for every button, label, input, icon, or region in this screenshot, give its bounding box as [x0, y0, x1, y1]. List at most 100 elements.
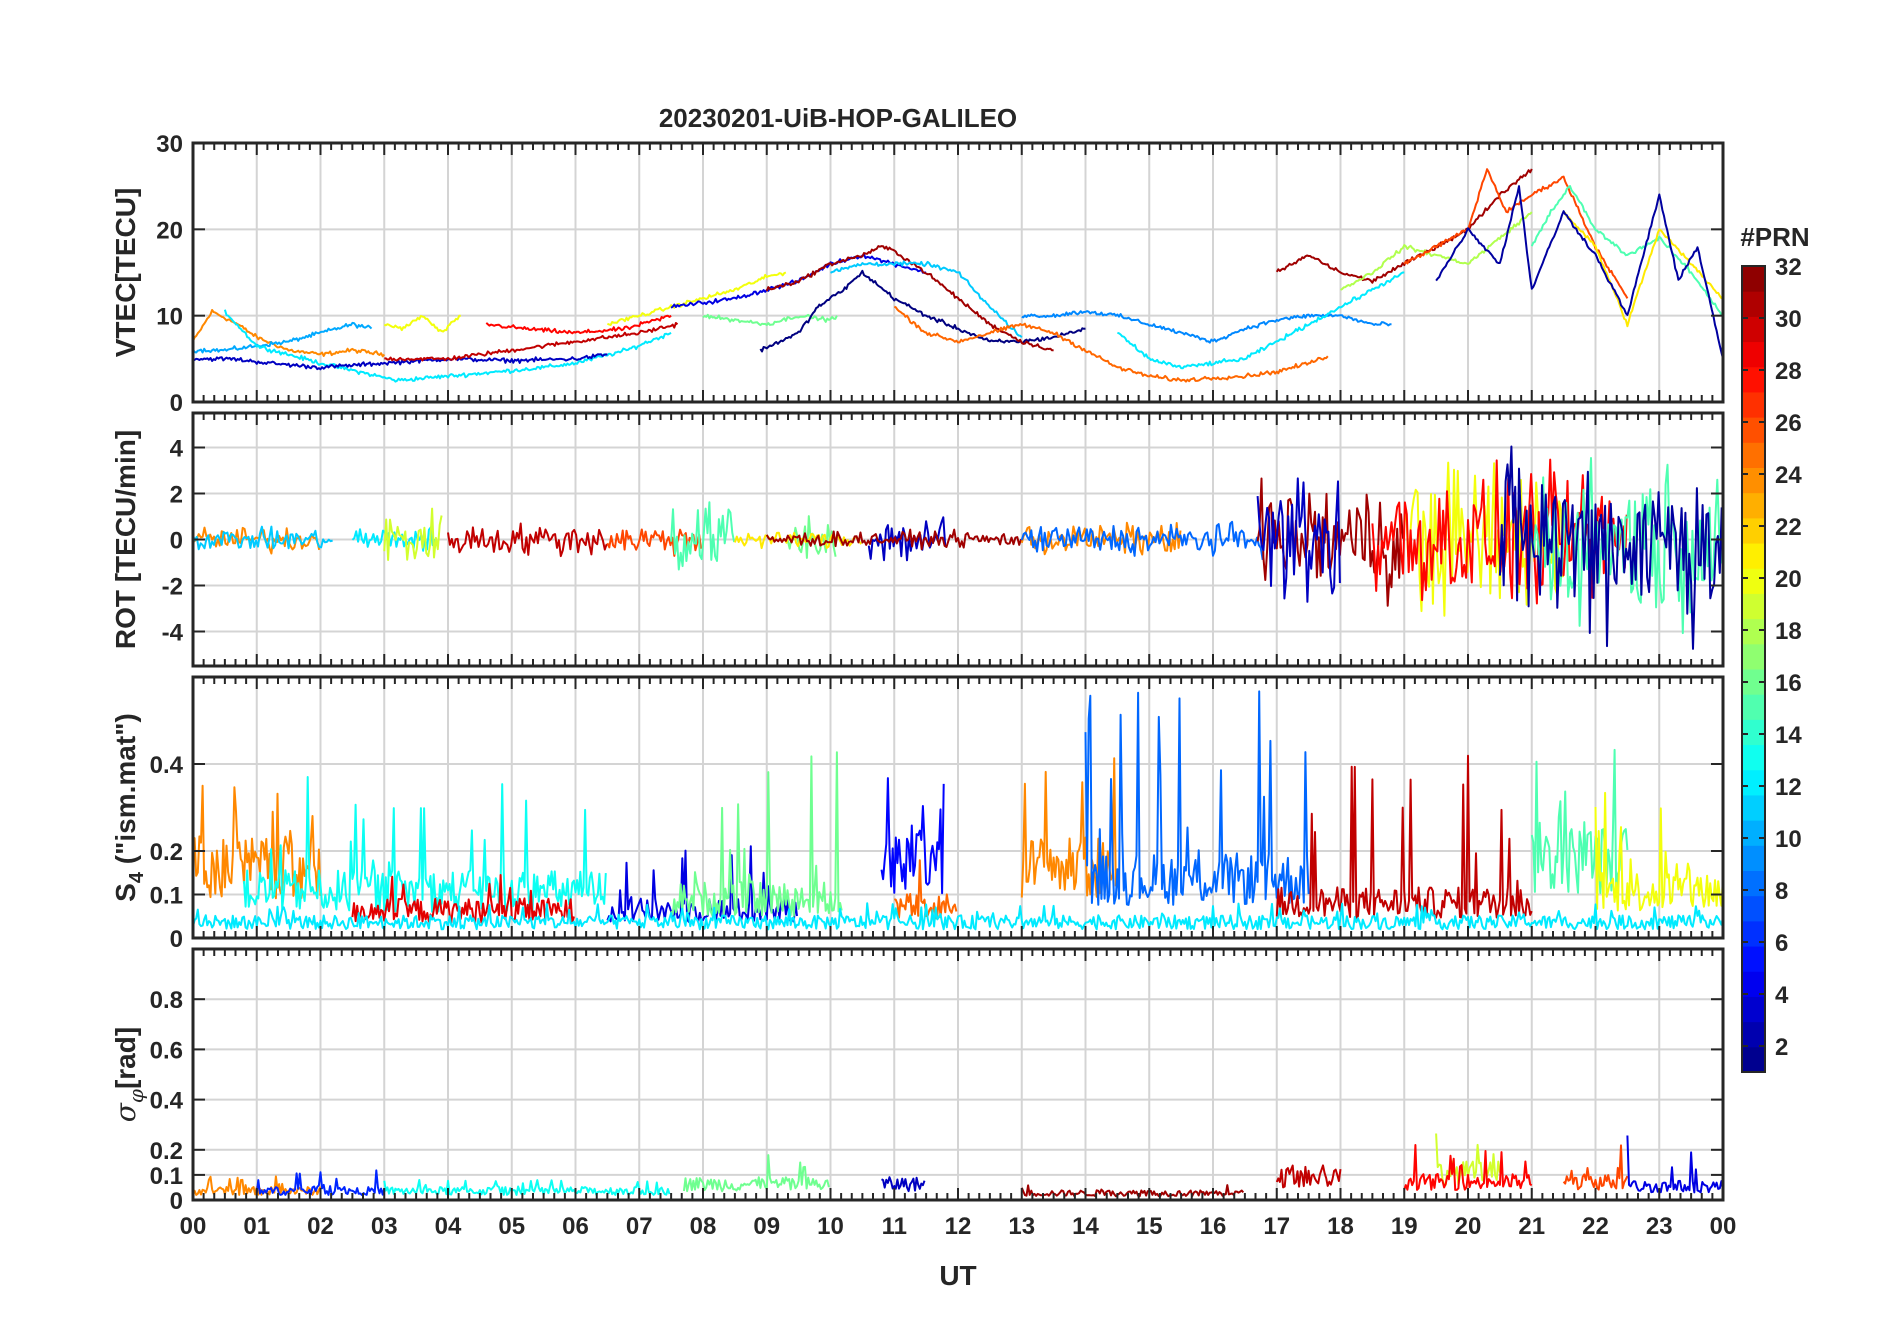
- colorbar-segment: [1742, 568, 1765, 594]
- colorbar-segment: [1742, 266, 1765, 292]
- y-label-part: ("ism.mat"): [110, 713, 141, 872]
- y-tick-label: 0.4: [150, 752, 184, 779]
- y-tick-label: 0: [170, 1188, 183, 1215]
- y-tick-label: 0.6: [150, 1037, 183, 1064]
- y-axis-label: S4 ("ism.mat"): [110, 713, 148, 902]
- colorbar-segment: [1742, 341, 1765, 368]
- colorbar-tick-label: 24: [1775, 462, 1802, 489]
- colorbar-segment: [1742, 1046, 1765, 1073]
- x-tick-label: 16: [1200, 1213, 1227, 1240]
- colorbar-segment: [1742, 820, 1765, 846]
- colorbar-segment: [1742, 291, 1765, 317]
- colorbar-tick-label: 30: [1775, 306, 1802, 333]
- colorbar-segment: [1742, 744, 1765, 771]
- chart-panels: 0102030VTEC[TECU]-4-2024ROT [TECU/min]00…: [109, 131, 1736, 1240]
- y-tick-label: 2: [170, 482, 183, 509]
- x-tick-label: 23: [1646, 1213, 1673, 1240]
- colorbar-segment: [1742, 643, 1765, 670]
- colorbar-tick-label: 14: [1775, 722, 1802, 749]
- colorbar-tick-label: 2: [1775, 1034, 1788, 1061]
- x-tick-label: 00: [180, 1213, 207, 1240]
- colorbar-segment: [1742, 492, 1765, 519]
- x-tick-label: 10: [817, 1213, 844, 1240]
- colorbar-tick-label: 8: [1775, 878, 1788, 905]
- colorbar-segment: [1742, 895, 1765, 922]
- y-label-part: S: [110, 883, 141, 902]
- colorbar-tick-label: 18: [1775, 618, 1802, 645]
- y-label-subscript: φ: [124, 1089, 148, 1103]
- colorbar-segment: [1742, 417, 1765, 443]
- colorbar-segment: [1742, 845, 1765, 871]
- colorbar-tick-label: 12: [1775, 774, 1802, 801]
- x-tick-label: 13: [1008, 1213, 1035, 1240]
- x-tick-label: 14: [1072, 1213, 1099, 1240]
- y-tick-label: 0: [170, 528, 183, 555]
- colorbar-segment: [1742, 442, 1765, 468]
- y-label-part: [rad]: [110, 1027, 141, 1089]
- y-tick-label: -4: [162, 620, 184, 647]
- colorbar-segment: [1742, 870, 1765, 897]
- x-tick-label: 19: [1391, 1213, 1418, 1240]
- colorbar-segment: [1742, 769, 1765, 796]
- panel-vtec: 0 10 20 30 VTEC[TECU]: [110, 131, 1725, 417]
- panel-rot: -4 -2 0 2 4 ROT [TECU/min]: [110, 411, 1725, 668]
- x-tick-label: 12: [945, 1213, 972, 1240]
- x-tick-label: 08: [690, 1213, 717, 1240]
- y-axis-label: σφ[rad]: [109, 1027, 148, 1122]
- y-tick-label: 30: [156, 131, 183, 158]
- y-tick-label: 0: [170, 926, 183, 953]
- x-tick-label: 00: [1710, 1213, 1737, 1240]
- y-tick-label: 0.1: [150, 1163, 183, 1190]
- x-tick-label: 11: [882, 1213, 907, 1240]
- x-tick-label: 09: [753, 1213, 780, 1240]
- colorbar-segment: [1742, 719, 1765, 746]
- y-axis-label: VTEC[TECU]: [110, 188, 141, 358]
- y-axis-label: ROT [TECU/min]: [110, 430, 141, 649]
- colorbar-tick-label: 32: [1775, 254, 1802, 281]
- x-tick-label: 17: [1263, 1213, 1290, 1240]
- y-tick-label: 10: [156, 304, 183, 331]
- x-tick-label: 03: [371, 1213, 398, 1240]
- colorbar-tick-label: 16: [1775, 670, 1802, 697]
- x-axis-label: UT: [939, 1260, 976, 1291]
- y-tick-label: -2: [162, 574, 183, 601]
- colorbar-segment: [1742, 593, 1765, 620]
- x-tick-label: 01: [243, 1213, 270, 1240]
- colorbar-tick-label: 10: [1775, 826, 1802, 853]
- y-tick-label: 0.8: [150, 987, 183, 1014]
- colorbar-segment: [1742, 1021, 1765, 1048]
- colorbar-segment: [1742, 794, 1765, 821]
- x-tick-label: 04: [435, 1213, 462, 1240]
- colorbar: 2468101214161820222426283032#PRN: [1740, 222, 1810, 1073]
- y-tick-label: 0.4: [150, 1088, 184, 1115]
- colorbar-title: #PRN: [1740, 222, 1809, 252]
- y-tick-label: 0.1: [150, 883, 183, 910]
- colorbar-tick-label: 22: [1775, 514, 1802, 541]
- x-tick-label: 21: [1518, 1213, 1545, 1240]
- chart-title: 20230201-UiB-HOP-GALILEO: [659, 103, 1017, 133]
- colorbar-segment: [1742, 517, 1765, 544]
- y-tick-label: 20: [156, 217, 183, 244]
- x-tick-label: 22: [1582, 1213, 1609, 1240]
- x-tick-label: 07: [626, 1213, 653, 1240]
- colorbar-tick-label: 28: [1775, 358, 1802, 385]
- colorbar-tick-label: 26: [1775, 410, 1802, 437]
- colorbar-segment: [1742, 618, 1765, 645]
- colorbar-segment: [1742, 391, 1765, 418]
- y-tick-label: 0.2: [150, 1138, 183, 1165]
- colorbar-tick-label: 6: [1775, 930, 1788, 957]
- panel-s4: 0 0.1 0.2 0.4S4 ("ism.mat"): [110, 675, 1725, 953]
- chart-figure: 20230201-UiB-HOP-GALILEO 0102030VTEC[TEC…: [109, 103, 1810, 1291]
- colorbar-segment: [1742, 543, 1765, 569]
- colorbar-tick-label: 20: [1775, 566, 1802, 593]
- y-tick-label: 4: [170, 436, 184, 463]
- colorbar-segment: [1742, 316, 1765, 343]
- colorbar-tick-label: 4: [1775, 982, 1789, 1009]
- y-label-sigma: σ: [109, 1102, 142, 1122]
- y-tick-label: 0: [170, 390, 183, 417]
- colorbar-segment: [1742, 996, 1765, 1023]
- x-tick-label: 02: [307, 1213, 334, 1240]
- x-tick-label: 06: [562, 1213, 589, 1240]
- x-tick-label: 15: [1136, 1213, 1163, 1240]
- colorbar-segment: [1742, 467, 1765, 494]
